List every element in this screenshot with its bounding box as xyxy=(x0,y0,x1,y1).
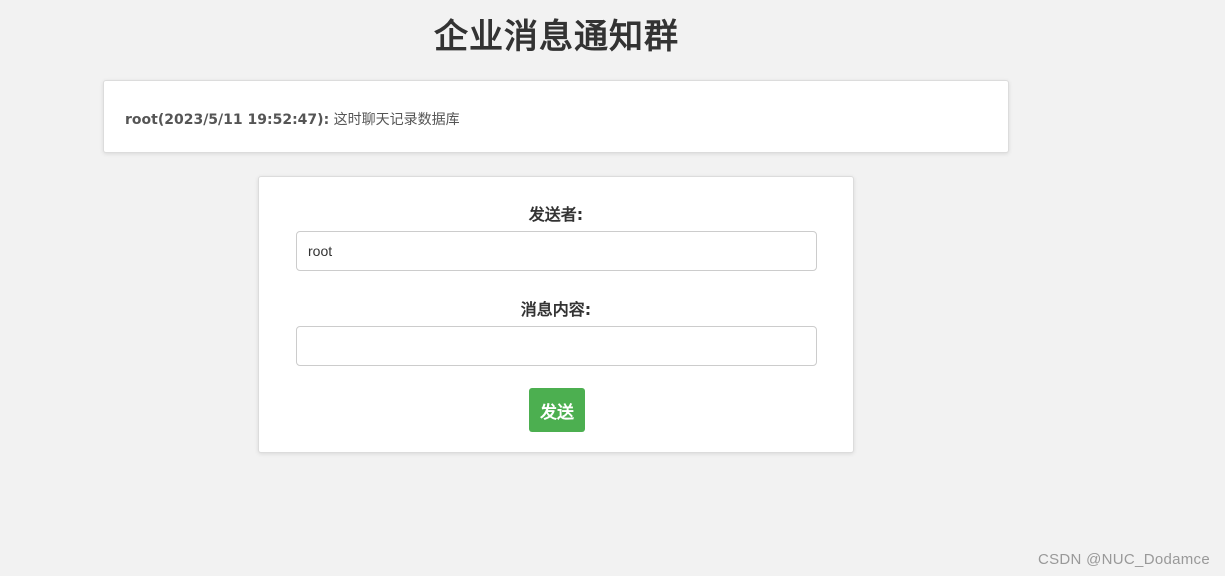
content-label: 消息内容: xyxy=(520,300,592,319)
page-title: 企业消息通知群 xyxy=(434,17,679,57)
send-button[interactable]: 发送 xyxy=(529,388,585,432)
watermark: CSDN @NUC_Dodamce xyxy=(1037,551,1210,568)
message-item: root(2023/5/11 19:52:47): 这时聊天记录数据库 xyxy=(125,109,460,129)
sender-label: 发送者: xyxy=(528,205,584,224)
message-content-input[interactable] xyxy=(296,326,817,366)
sender-input[interactable] xyxy=(296,231,817,271)
message-content: 这时聊天记录数据库 xyxy=(333,112,460,128)
message-sender-time: root(2023/5/11 19:52:47): xyxy=(125,112,330,128)
message-form: 发送者: 消息内容: 发送 xyxy=(258,176,854,453)
message-list: root(2023/5/11 19:52:47): 这时聊天记录数据库 xyxy=(103,80,1009,153)
